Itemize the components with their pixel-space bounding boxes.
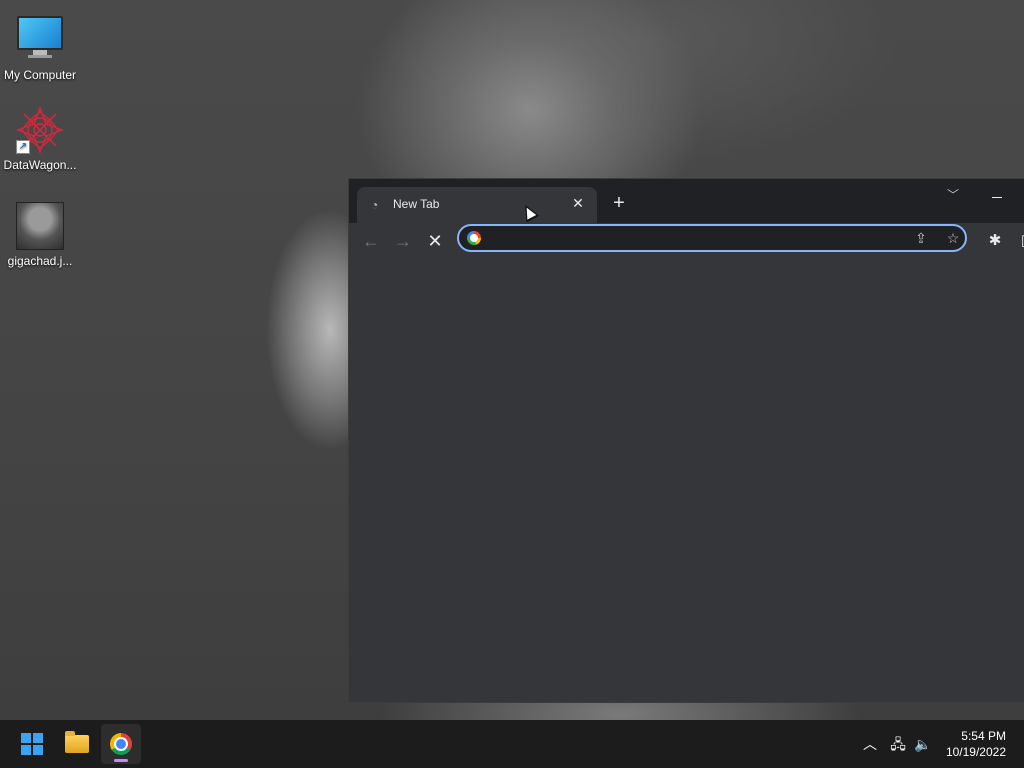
desktop-icon-label: gigachad.j... <box>7 254 73 268</box>
windows-logo-icon <box>21 733 43 755</box>
start-button[interactable] <box>12 724 52 764</box>
browser-toolbar: ← → ✕ ⇪ ☆ ✱ ▯ <box>349 223 1024 259</box>
shortcut-arrow-icon: ↗ <box>16 140 30 154</box>
back-button[interactable]: ← <box>359 229 383 253</box>
address-input[interactable] <box>489 229 893 249</box>
side-panel-icon[interactable]: ▯ <box>1013 229 1024 253</box>
tab-new-tab[interactable]: ◔ New Tab ✕ <box>357 187 597 223</box>
desktop-icon-label: DataWagon... <box>3 158 77 172</box>
desktop-icon-datawagon[interactable]: ↗ DataWagon... <box>0 106 80 172</box>
clock-time: 5:54 PM <box>961 729 1006 743</box>
google-icon <box>467 231 481 245</box>
forward-button[interactable]: → <box>391 229 415 253</box>
extensions-icon[interactable]: ✱ <box>983 229 1007 253</box>
desktop-icon-gigachad-image[interactable]: gigachad.j... <box>0 202 80 268</box>
clock[interactable]: 5:54 PM 10/19/2022 <box>946 728 1006 760</box>
bookmark-star-icon[interactable]: ☆ <box>943 228 963 248</box>
file-explorer-button[interactable] <box>57 724 97 764</box>
minimize-button[interactable] <box>985 185 1009 205</box>
chrome-favicon-icon: ◔ <box>371 198 379 212</box>
active-app-indicator <box>114 759 128 762</box>
monitor-icon <box>16 16 64 64</box>
folder-icon <box>65 731 89 753</box>
tab-close-icon[interactable]: ✕ <box>569 194 587 212</box>
tab-title: New Tab <box>393 197 440 211</box>
red-star-logo-icon: ↗ <box>16 106 64 154</box>
page-content <box>349 259 1024 702</box>
chrome-icon <box>110 733 132 755</box>
volume-icon[interactable]: 🔈 <box>912 734 934 754</box>
stop-loading-button[interactable]: ✕ <box>423 229 447 253</box>
tab-search-chevron-icon[interactable]: ﹀ <box>943 185 963 205</box>
taskbar: ︿ 🖧 🔈 5:54 PM 10/19/2022 <box>0 720 1024 768</box>
image-thumbnail-icon <box>16 202 64 250</box>
clock-date: 10/19/2022 <box>945 745 1006 759</box>
tab-strip: ◔ New Tab ✕ + ﹀ <box>349 179 1024 223</box>
share-icon[interactable]: ⇪ <box>911 228 931 248</box>
chrome-taskbar-button[interactable] <box>101 724 141 764</box>
chevron-up-icon[interactable]: ︿ <box>859 734 881 754</box>
desktop-icon-label: My Computer <box>3 68 77 82</box>
chrome-window: ◔ New Tab ✕ + ﹀ ← → ✕ ⇪ ☆ ✱ ▯ <box>348 178 1024 703</box>
new-tab-button[interactable]: + <box>607 192 631 216</box>
address-bar[interactable]: ⇪ ☆ <box>457 224 967 252</box>
desktop-icon-my-computer[interactable]: My Computer <box>0 10 80 82</box>
network-icon[interactable]: 🖧 <box>887 734 909 754</box>
